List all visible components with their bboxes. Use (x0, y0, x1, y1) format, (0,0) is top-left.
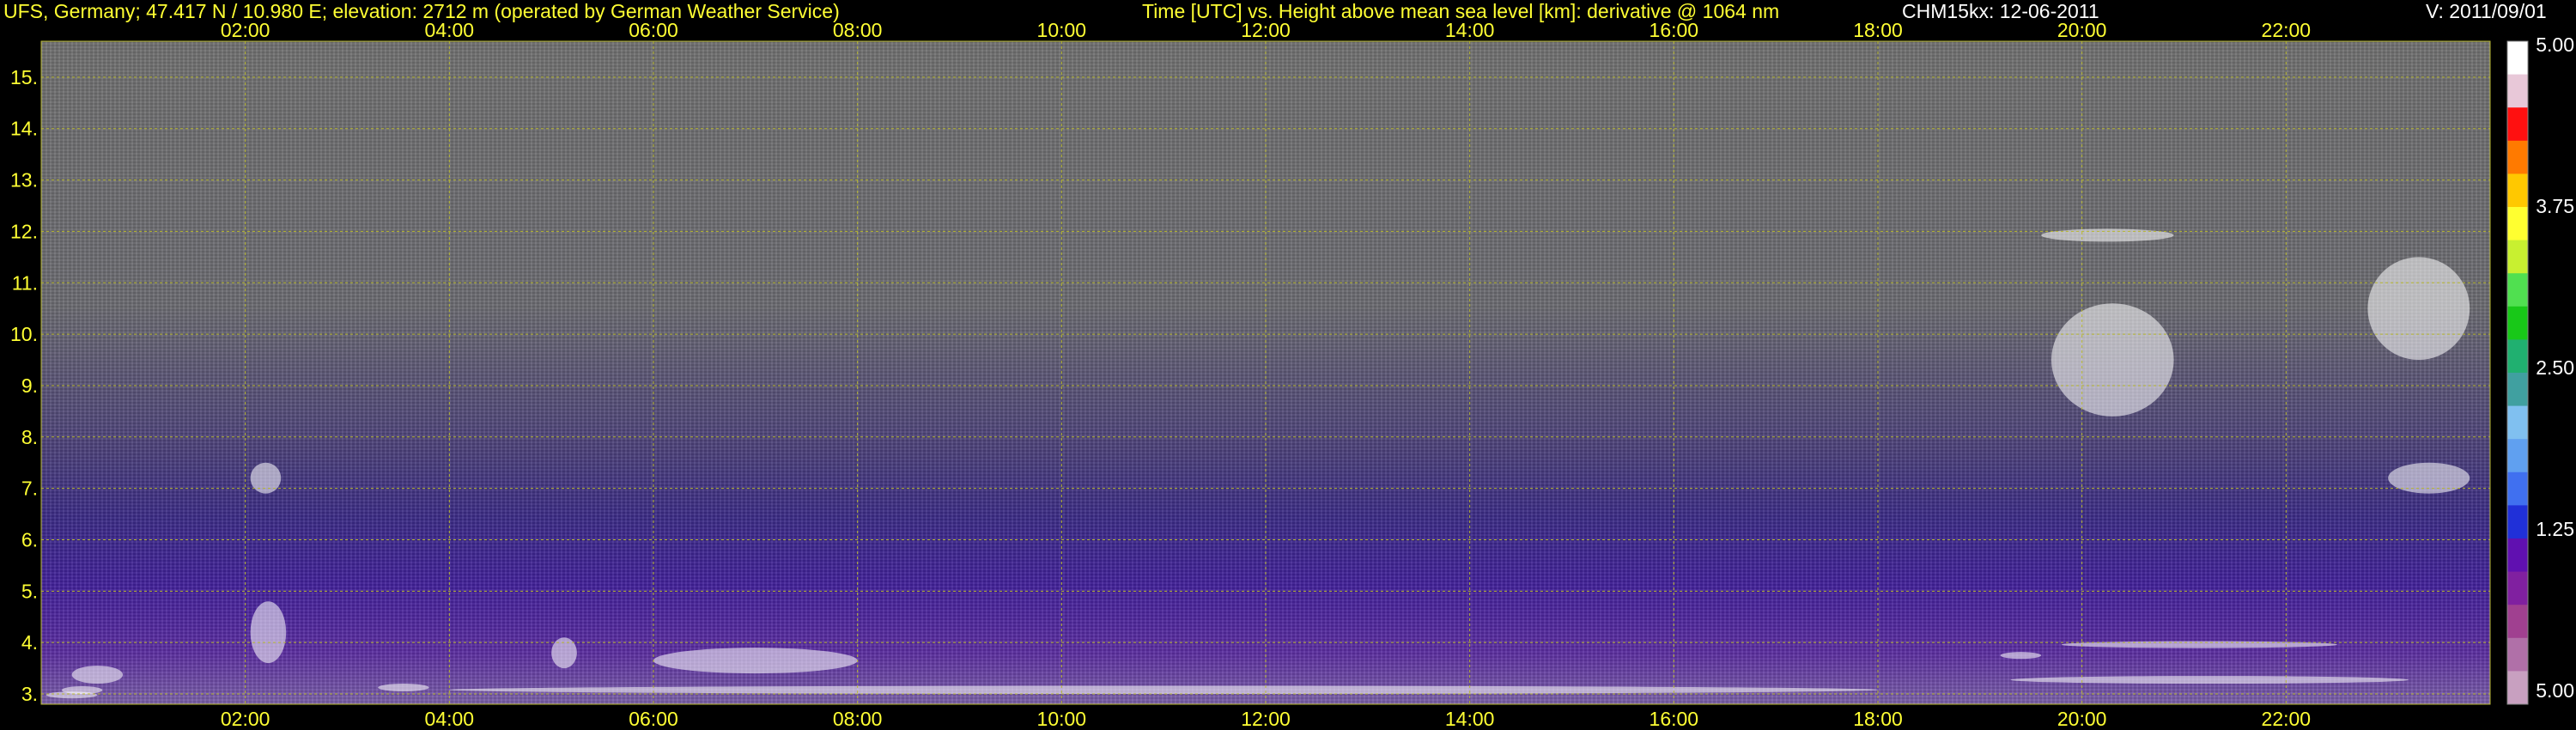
y-tick-label: 12. (10, 220, 38, 242)
y-tick-label: 3. (21, 683, 38, 705)
x-tick-label-top: 16:00 (1649, 19, 1699, 41)
x-tick-label-top: 08:00 (833, 19, 883, 41)
x-tick-label-top: 18:00 (1853, 19, 1903, 41)
cloud-feature (2367, 257, 2470, 361)
x-tick-label-top: 12:00 (1241, 19, 1291, 41)
y-tick-label: 9. (21, 374, 38, 397)
cloud-feature (2010, 676, 2409, 684)
colorbar-segment (2507, 671, 2528, 705)
x-axis-bottom: 02:00 04:00 06:00 08:00 10:00 12:00 14:00 16:00… (221, 708, 2311, 730)
y-tick-label: 5. (21, 580, 38, 602)
colorbar-segment (2507, 207, 2528, 241)
cloud-feature (378, 684, 429, 692)
colorbar-segment (2507, 571, 2528, 605)
y-tick-label: 6. (21, 528, 38, 551)
y-tick-label: 11. (12, 271, 38, 294)
colorbar-segment (2507, 637, 2528, 672)
y-tick-label: 7. (21, 478, 38, 500)
colorbar-label: 2.50 (2536, 356, 2574, 379)
y-tick-label: 10. (10, 323, 38, 345)
colorbar-segment (2507, 273, 2528, 307)
cloud-feature (551, 637, 577, 669)
x-tick-label-bottom: 14:00 (1445, 708, 1495, 730)
cloud-feature (449, 685, 1879, 695)
chart-overlay: 02:00 04:00 06:00 08:00 10:00 12:00 14:00 16:00… (10, 19, 2574, 730)
colorbar-segment (2507, 471, 2528, 506)
x-tick-label-bottom: 20:00 (2057, 708, 2107, 730)
cloud-features (46, 228, 2470, 699)
x-tick-label-bottom: 16:00 (1649, 708, 1699, 730)
x-tick-label-bottom: 02:00 (221, 708, 270, 730)
colorbar-label: 3.75 (2536, 195, 2574, 217)
colorbar-segment (2507, 74, 2528, 108)
x-tick-label-bottom: 06:00 (629, 708, 678, 730)
colorbar-segment (2507, 538, 2528, 573)
y-tick-label: 15. (10, 66, 38, 88)
colorbar-segment (2507, 505, 2528, 539)
x-tick-label-top: 14:00 (1445, 19, 1495, 41)
colorbar-label: 5.00 (2536, 679, 2574, 702)
x-tick-label-bottom: 22:00 (2262, 708, 2312, 730)
colorbar-label: 1.25 (2536, 518, 2574, 540)
y-tick-label: 4. (21, 631, 38, 654)
colorbar-segment (2507, 240, 2528, 274)
colorbar-label: 5.00 (2536, 33, 2574, 56)
x-tick-label-top: 22:00 (2262, 19, 2312, 41)
colorbar-segment (2507, 306, 2528, 340)
colorbar-segment (2507, 41, 2528, 76)
cloud-feature (653, 648, 858, 674)
colorbar-segment (2507, 107, 2528, 142)
x-tick-label-bottom: 08:00 (833, 708, 883, 730)
cloud-feature (2041, 228, 2174, 242)
cloud-feature (2051, 303, 2174, 417)
x-tick-label-bottom: 12:00 (1241, 708, 1291, 730)
colorbar-segment (2507, 405, 2528, 440)
colorbar-segment (2507, 373, 2528, 407)
x-axis-top: 02:00 04:00 06:00 08:00 10:00 12:00 14:00 16:00… (221, 19, 2311, 41)
cloud-feature (2000, 652, 2042, 660)
colorbar-segment (2507, 140, 2528, 174)
y-tick-label: 14. (10, 118, 38, 140)
cloud-feature (61, 686, 103, 695)
cloud-feature (2388, 462, 2470, 494)
x-tick-label-top: 04:00 (425, 19, 475, 41)
x-tick-label-top: 10:00 (1037, 19, 1087, 41)
y-tick-label: 8. (21, 426, 38, 448)
cloud-feature (250, 601, 287, 664)
cloud-feature (250, 462, 282, 494)
x-tick-label-bottom: 04:00 (425, 708, 475, 730)
x-tick-label-bottom: 10:00 (1037, 708, 1087, 730)
x-tick-label-top: 06:00 (629, 19, 678, 41)
colorbar-segment (2507, 439, 2528, 473)
colorbar-segment (2507, 339, 2528, 374)
colorbar (2506, 40, 2529, 705)
y-axis: 3. 4. 5. 6. 7. 8. 9. 10. 11. 12. 13. 14. 15. (10, 66, 38, 705)
colorbar-segment (2507, 605, 2528, 639)
y-tick-label: 13. (10, 169, 38, 192)
x-tick-label-top: 02:00 (221, 19, 270, 41)
colorbar-labels: 5.00 3.75 2.50 1.25 5.00 (2536, 33, 2574, 702)
x-tick-label-bottom: 18:00 (1853, 708, 1903, 730)
cloud-feature (71, 666, 124, 684)
x-tick-label-top: 20:00 (2057, 19, 2107, 41)
colorbar-segment (2507, 173, 2528, 208)
